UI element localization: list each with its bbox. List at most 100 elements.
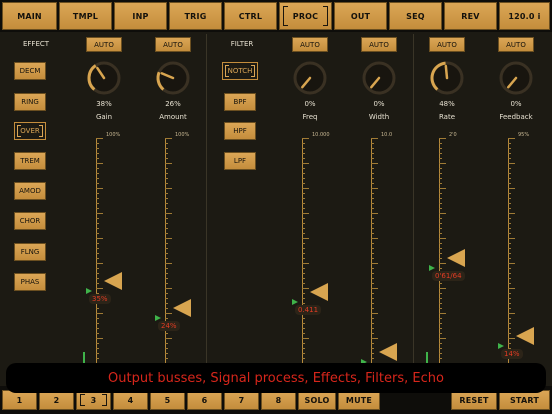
fader-max-label: 10.000 [312, 132, 330, 138]
tab-tmpl[interactable]: TMPL [59, 2, 112, 30]
fader-tick [302, 333, 305, 334]
fader-tick [96, 178, 99, 179]
reset-button[interactable]: RESET [451, 390, 497, 410]
fader-tick [371, 328, 374, 329]
freq-fader-handle-icon[interactable] [310, 283, 328, 302]
effect-type-label: CHOR [19, 217, 41, 225]
gain-fader[interactable]: 100%0% [96, 132, 130, 372]
amount-auto-button[interactable]: AUTO [155, 37, 191, 52]
bus-4-button[interactable]: 4 [113, 390, 148, 410]
tempo-label: 120.0 i [508, 11, 541, 21]
bus-1-button[interactable]: 1 [2, 390, 37, 410]
effect-type-amod[interactable]: AMOD [14, 182, 46, 200]
tab-proc[interactable]: PROC [279, 2, 332, 30]
auto-label: AUTO [94, 40, 114, 49]
solo-button[interactable]: SOLO [298, 390, 336, 410]
amount-fader-handle-icon[interactable] [173, 299, 191, 318]
fader-tick [371, 223, 374, 224]
bus-5-button[interactable]: 5 [150, 390, 185, 410]
feedback-auto-button[interactable]: AUTO [498, 37, 534, 52]
tab-ctrl[interactable]: CTRL [224, 2, 277, 30]
fader-tick [371, 248, 374, 249]
tab-trig[interactable]: TRIG [169, 2, 222, 30]
bus-6-button[interactable]: 6 [187, 390, 222, 410]
amount-percent: 26% [165, 100, 181, 108]
app-window: MAIN TMPL INP TRIG CTRL PROC OUT SEQ REV… [0, 0, 552, 414]
amount-knob[interactable] [155, 60, 191, 96]
fader-tick [439, 208, 442, 209]
fader-tick [439, 218, 442, 219]
tab-main[interactable]: MAIN [2, 2, 57, 30]
width-percent: 0% [373, 100, 385, 108]
gain-knob[interactable] [86, 60, 122, 96]
tempo-display[interactable]: 120.0 i [499, 2, 550, 30]
gain-auto-button[interactable]: AUTO [86, 37, 122, 52]
fader-max-label: 100% [106, 132, 121, 138]
fader-tick [302, 143, 305, 144]
knob-dial-icon [362, 61, 396, 95]
freq-knob[interactable] [292, 60, 328, 96]
width-auto-button[interactable]: AUTO [361, 37, 397, 52]
fader-tick [302, 213, 309, 214]
auto-label: AUTO [437, 40, 457, 49]
rate-knob[interactable] [429, 60, 465, 96]
tab-rev[interactable]: REV [444, 2, 497, 30]
fader-tick [165, 303, 168, 304]
width-knob[interactable] [361, 60, 397, 96]
tab-seq[interactable]: SEQ [389, 2, 442, 30]
bus-3-button[interactable]: 3 [76, 390, 111, 410]
effect-type-phas[interactable]: PHAS [14, 273, 46, 291]
amount-fader[interactable]: 100%0% [165, 132, 199, 372]
fader-tick [96, 203, 99, 204]
fader-tick [508, 288, 515, 289]
freq-auto-button[interactable]: AUTO [292, 37, 328, 52]
effect-type-flng[interactable]: FLNG [14, 243, 46, 261]
fader-tick [165, 153, 168, 154]
rate-auto-button[interactable]: AUTO [429, 37, 465, 52]
bus-7-button[interactable]: 7 [224, 390, 259, 410]
gain-fader-handle-icon[interactable] [104, 271, 122, 290]
gain-value: 35% [89, 293, 111, 304]
feedback-knob[interactable] [498, 60, 534, 96]
fader-tick [371, 358, 374, 359]
tab-inp[interactable]: INP [114, 2, 167, 30]
filter-type-bpf[interactable]: BPF [224, 93, 256, 111]
fader-tick [508, 338, 515, 339]
tab-out[interactable]: OUT [334, 2, 387, 30]
bus-8-button[interactable]: 8 [261, 390, 296, 410]
filter-type-hpf[interactable]: HPF [224, 122, 256, 140]
fader-tick [371, 308, 374, 309]
fader-tick [439, 178, 442, 179]
rate-fader-handle-icon[interactable] [447, 248, 465, 267]
fader-tick [439, 163, 446, 164]
effect-type-decm[interactable]: DECM [14, 62, 46, 80]
bus-label: 5 [164, 395, 171, 405]
level-marker-icon [498, 342, 504, 349]
fader-tick [508, 188, 515, 189]
width-fader-handle-icon[interactable] [379, 342, 397, 361]
freq-fader[interactable]: 10.0000.100 [302, 132, 336, 372]
fader-tick [165, 268, 168, 269]
tab-rev-label: REV [461, 11, 480, 21]
fader-tick [96, 223, 99, 224]
start-button[interactable]: START [499, 390, 550, 410]
effect-type-ring[interactable]: RING [14, 93, 46, 111]
fader-tick [508, 153, 511, 154]
fader-tick [302, 268, 305, 269]
filter-type-notch[interactable]: NOTCH [222, 62, 258, 80]
effect-type-chor[interactable]: CHOR [14, 212, 46, 230]
fader-tick [165, 313, 172, 314]
mute-button[interactable]: MUTE [338, 390, 380, 410]
filter-type-lpf[interactable]: LPF [224, 152, 256, 170]
fader-tick [439, 153, 442, 154]
width-fader[interactable]: 10.00.1 [371, 132, 405, 372]
fader-tick [302, 318, 305, 319]
feedback-fader-handle-icon[interactable] [516, 326, 534, 345]
bus-2-button[interactable]: 2 [39, 390, 74, 410]
fader-tick [439, 168, 442, 169]
freq-value: 0.411 [295, 305, 322, 316]
fader-tick [371, 263, 378, 264]
effect-type-over[interactable]: OVER [14, 122, 46, 140]
fader-tick [371, 323, 374, 324]
effect-type-trem[interactable]: TREM [14, 152, 46, 170]
